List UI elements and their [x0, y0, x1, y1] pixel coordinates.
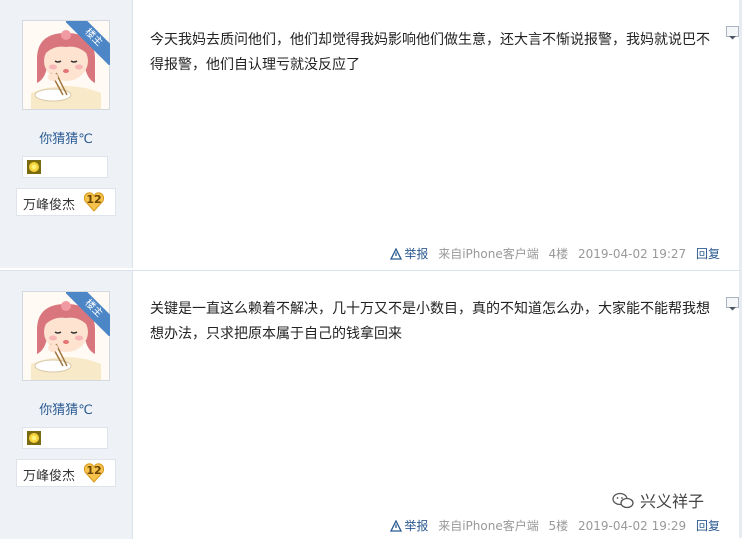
author-sidebar: 楼主 你猜猜℃ 万峰俊杰 12: [0, 271, 133, 539]
username[interactable]: 你猜猜℃: [0, 128, 132, 147]
level-number: 12: [86, 464, 102, 477]
op-badge: 楼主: [66, 292, 110, 336]
reply-link[interactable]: 回复: [696, 247, 720, 261]
medal-box: [22, 156, 108, 178]
level-box: 万峰俊杰 12: [16, 188, 116, 216]
post-timestamp: 2019-04-02 19:27: [578, 247, 687, 261]
report-label: 举报: [404, 247, 429, 261]
op-ribbon: 楼主: [66, 21, 110, 65]
level-title: 万峰俊杰: [23, 469, 76, 484]
level-title: 万峰俊杰: [23, 198, 76, 213]
avatar[interactable]: 楼主: [22, 20, 110, 110]
wechat-icon: [612, 492, 634, 509]
level-number: 12: [86, 193, 102, 206]
op-ribbon: 楼主: [66, 292, 110, 336]
post-content: 关键是一直这么赖着不解决，几十万又不是小数目，真的不知道怎么办，大家能不能帮我想…: [150, 301, 710, 342]
username[interactable]: 你猜猜℃: [0, 399, 132, 418]
warning-triangle-icon: [390, 520, 403, 532]
op-badge: 楼主: [66, 21, 110, 65]
post-floor-4: 楼主 你猜猜℃ 万峰俊杰 12 今天我妈去质问他们，他们却觉得我妈影响他们做生意…: [0, 0, 742, 268]
chevron-down-icon[interactable]: [726, 297, 739, 311]
post-footer: 举报 来自iPhone客户端 5楼 2019-04-02 19:29 回复: [384, 517, 720, 534]
post-content: 今天我妈去质问他们，他们却觉得我妈影响他们做生意，还大言不惭说报警，我妈就说巴不…: [150, 32, 710, 73]
sun-medal-icon: [27, 431, 41, 445]
watermark-text: 兴义祥子: [640, 492, 705, 511]
author-sidebar: 楼主 你猜猜℃ 万峰俊杰 12: [0, 0, 133, 268]
report-link[interactable]: 举报: [390, 247, 432, 261]
level-box: 万峰俊杰 12: [16, 459, 116, 487]
post-footer: 举报 来自iPhone客户端 4楼 2019-04-02 19:27 回复: [384, 245, 720, 262]
report-label: 举报: [404, 519, 429, 533]
medal-box: [22, 427, 108, 449]
warning-triangle-icon: [390, 248, 403, 260]
post-source: 来自iPhone客户端: [438, 247, 539, 261]
floor-number: 4楼: [548, 247, 569, 261]
watermark: 兴义祥子: [612, 488, 705, 511]
floor-number: 5楼: [548, 519, 569, 533]
report-link[interactable]: 举报: [390, 519, 432, 533]
sun-medal-icon: [27, 160, 41, 174]
post-source: 来自iPhone客户端: [438, 519, 539, 533]
avatar[interactable]: 楼主: [22, 291, 110, 381]
post-timestamp: 2019-04-02 19:29: [578, 519, 687, 533]
chevron-down-icon[interactable]: [726, 26, 739, 40]
reply-link[interactable]: 回复: [696, 519, 720, 533]
